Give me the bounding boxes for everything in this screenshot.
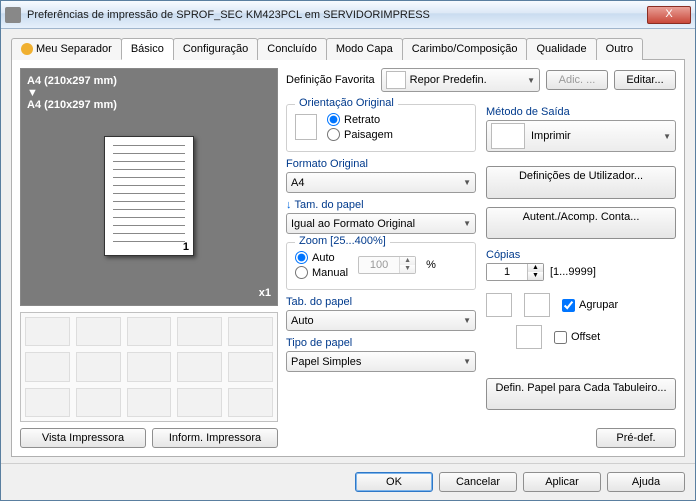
chevron-down-icon: ▼ [463, 178, 471, 187]
paper-size-combo[interactable]: Igual ao Formato Original▼ [286, 213, 476, 234]
copies-range: [1...9999] [550, 266, 596, 278]
page-thumbnail: 1 [104, 136, 194, 256]
zoom-spinner[interactable]: ▲▼ [358, 256, 416, 274]
paper-type-combo[interactable]: Papel Simples▼ [286, 351, 476, 372]
chevron-down-icon: ▼ [463, 357, 471, 366]
portrait-radio[interactable]: Retrato [327, 113, 393, 126]
opt-icon[interactable] [177, 352, 222, 381]
paper-size-label: ↓Tam. do papel [286, 199, 476, 211]
chevron-down-icon: ▼ [663, 132, 671, 141]
favorite-label: Definição Favorita [286, 74, 375, 86]
opt-icon[interactable] [228, 317, 273, 346]
user-settings-button[interactable]: Definições de Utilizador... [486, 166, 676, 199]
spin-down-icon[interactable]: ▼ [528, 272, 543, 280]
printer-info-button[interactable]: Inform. Impressora [152, 428, 278, 448]
printer-icon [5, 7, 21, 23]
page-preview: A4 (210x297 mm) ▼ A4 (210x297 mm) 1 x1 [20, 68, 278, 306]
opt-icon[interactable] [228, 352, 273, 381]
paper-type-label: Tipo de papel [286, 337, 476, 349]
window-title: Preferências de impressão de SPROF_SEC K… [27, 9, 647, 21]
tab-outro[interactable]: Outro [596, 38, 644, 60]
cancel-button[interactable]: Cancelar [439, 472, 517, 492]
reset-icon [386, 71, 406, 89]
spin-up-icon[interactable]: ▲ [528, 264, 543, 272]
original-size-label: Formato Original [286, 158, 476, 170]
opt-icon[interactable] [127, 388, 172, 417]
tray-combo[interactable]: Auto▼ [286, 310, 476, 331]
opt-icon[interactable] [228, 388, 273, 417]
tab-strip: Meu Separador Básico Configuração Conclu… [11, 37, 685, 60]
collate-checkbox[interactable]: Agrupar [562, 299, 618, 312]
arrow-down-icon: ↓ [286, 199, 292, 211]
tab-modo-capa[interactable]: Modo Capa [326, 38, 403, 60]
preview-size-from: A4 (210x297 mm) [27, 75, 271, 87]
opt-icon[interactable] [177, 388, 222, 417]
percent-label: % [426, 259, 436, 271]
offset-checkbox[interactable]: Offset [554, 331, 600, 344]
ok-button[interactable]: OK [355, 472, 433, 492]
close-button[interactable]: X [647, 6, 691, 24]
collate-icon [486, 293, 512, 317]
per-tray-button[interactable]: Defin. Papel para Cada Tabuleiro... [486, 378, 676, 411]
zoom-manual-radio[interactable]: Manual [295, 266, 348, 279]
opt-icon[interactable] [127, 352, 172, 381]
opt-icon[interactable] [76, 388, 121, 417]
copies-spinner[interactable]: ▲▼ [486, 263, 544, 281]
chevron-down-icon: ▼ [527, 76, 535, 85]
orientation-group: Orientação Original Retrato Paisagem [286, 104, 476, 152]
auth-button[interactable]: Autent./Acomp. Conta... [486, 207, 676, 240]
output-combo[interactable]: Imprimir▼ [486, 120, 676, 152]
tab-concluido[interactable]: Concluído [257, 38, 327, 60]
favorite-combo[interactable]: Repor Predefin.▼ [381, 68, 540, 92]
printer-view-button[interactable]: Vista Impressora [20, 428, 146, 448]
preview-count: x1 [259, 287, 271, 299]
predef-button[interactable]: Pré-def. [596, 428, 676, 448]
page-number: 1 [183, 241, 189, 253]
offset-icon [516, 325, 542, 349]
add-favorite-button: Adic. ... [546, 70, 608, 90]
apply-button[interactable]: Aplicar [523, 472, 601, 492]
user-icon [21, 43, 33, 55]
opt-icon[interactable] [25, 352, 70, 381]
preview-size-to: A4 (210x297 mm) [27, 99, 271, 111]
opt-icon[interactable] [177, 317, 222, 346]
opt-icon[interactable] [25, 317, 70, 346]
print-icon [491, 123, 525, 149]
original-size-combo[interactable]: A4▼ [286, 172, 476, 193]
zoom-title: Zoom [25...400%] [295, 235, 390, 247]
chevron-down-icon: ▼ [463, 219, 471, 228]
zoom-group: Zoom [25...400%] Auto Manual ▲▼ % [286, 242, 476, 290]
orientation-icon [295, 114, 317, 140]
help-button[interactable]: Ajuda [607, 472, 685, 492]
arrow-down-icon: ▼ [27, 87, 271, 99]
option-icon-grid [20, 312, 278, 422]
opt-icon[interactable] [25, 388, 70, 417]
copies-label: Cópias [486, 249, 676, 261]
tray-label: Tab. do papel [286, 296, 476, 308]
edit-favorite-button[interactable]: Editar... [614, 70, 676, 90]
opt-icon[interactable] [76, 352, 121, 381]
tab-qualidade[interactable]: Qualidade [526, 38, 596, 60]
tab-meu-separador[interactable]: Meu Separador [11, 38, 122, 60]
tab-basico[interactable]: Básico [121, 38, 174, 60]
spin-up-icon[interactable]: ▲ [400, 257, 415, 265]
chevron-down-icon: ▼ [463, 316, 471, 325]
tab-configuracao[interactable]: Configuração [173, 38, 258, 60]
landscape-radio[interactable]: Paisagem [327, 128, 393, 141]
orientation-title: Orientação Original [295, 97, 398, 109]
collate-icon [524, 293, 550, 317]
opt-icon[interactable] [76, 317, 121, 346]
output-label: Método de Saída [486, 106, 676, 118]
opt-icon[interactable] [127, 317, 172, 346]
tab-carimbo[interactable]: Carimbo/Composição [402, 38, 528, 60]
zoom-auto-radio[interactable]: Auto [295, 251, 348, 264]
spin-down-icon[interactable]: ▼ [400, 265, 415, 273]
